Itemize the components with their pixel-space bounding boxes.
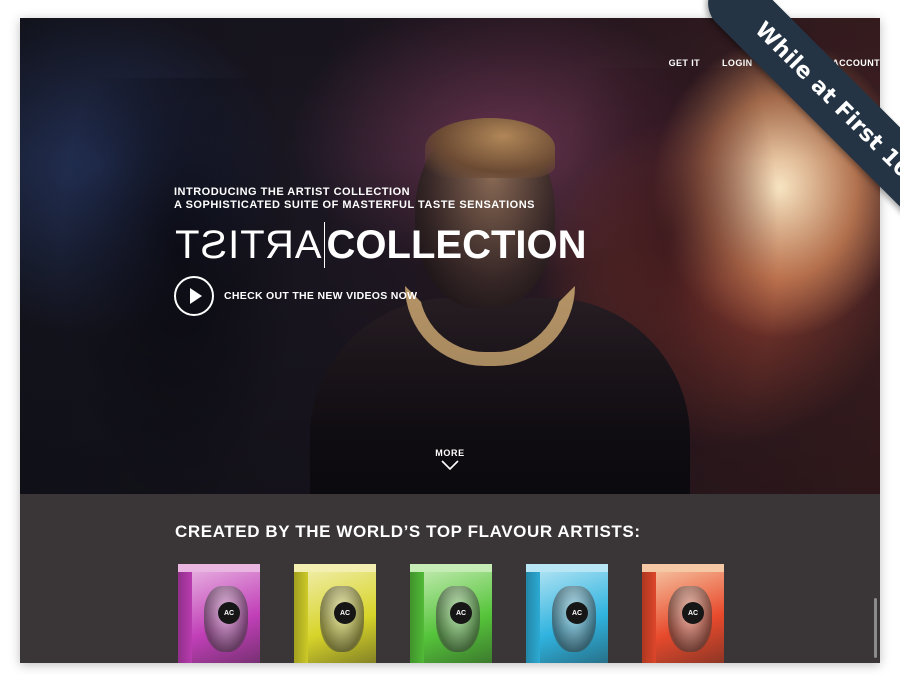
more-button[interactable]: MORE bbox=[20, 448, 880, 470]
product-box[interactable]: AC bbox=[642, 564, 724, 663]
section-heading: CREATED BY THE WORLD’S TOP FLAVOUR ARTIS… bbox=[175, 522, 641, 541]
product-box[interactable]: AC bbox=[178, 564, 260, 663]
ac-badge: AC bbox=[566, 602, 588, 624]
product-list: AC AC AC AC AC bbox=[178, 564, 738, 663]
intro-line-1: INTRODUCING THE ARTIST COLLECTION bbox=[174, 186, 411, 198]
product-box[interactable]: AC bbox=[526, 564, 608, 663]
ac-badge: AC bbox=[334, 602, 356, 624]
chevron-down-icon[interactable] bbox=[441, 460, 459, 470]
artist-collection-logo: ARTIST COLLECTION bbox=[174, 222, 587, 268]
intro-line-2: A SOPHISTICATED SUITE OF MASTERFUL TASTE… bbox=[174, 199, 536, 211]
play-icon[interactable] bbox=[174, 276, 214, 316]
ac-badge: AC bbox=[218, 602, 240, 624]
ac-badge: AC bbox=[682, 602, 704, 624]
product-box[interactable]: AC bbox=[294, 564, 376, 663]
ribbon-text: While at First 10 bbox=[750, 17, 900, 183]
scrollbar[interactable] bbox=[874, 598, 877, 658]
artists-section: CREATED BY THE WORLD’S TOP FLAVOUR ARTIS… bbox=[20, 494, 880, 663]
logo-artist-word: ARTIST bbox=[174, 223, 322, 267]
ribbon-banner: While at First 10 bbox=[696, 0, 900, 237]
product-box[interactable]: AC bbox=[410, 564, 492, 663]
cta-label[interactable]: CHECK OUT THE NEW VIDEOS NOW bbox=[224, 290, 417, 302]
hero-intro: INTRODUCING THE ARTIST COLLECTION A SOPH… bbox=[174, 186, 535, 212]
logo-divider bbox=[323, 222, 325, 268]
promo-ribbon: While at First 10 bbox=[650, 0, 900, 250]
logo-collection-word: COLLECTION bbox=[326, 223, 587, 267]
watch-videos-cta[interactable]: CHECK OUT THE NEW VIDEOS NOW bbox=[174, 276, 417, 316]
ac-badge: AC bbox=[450, 602, 472, 624]
more-label[interactable]: MORE bbox=[20, 448, 880, 458]
